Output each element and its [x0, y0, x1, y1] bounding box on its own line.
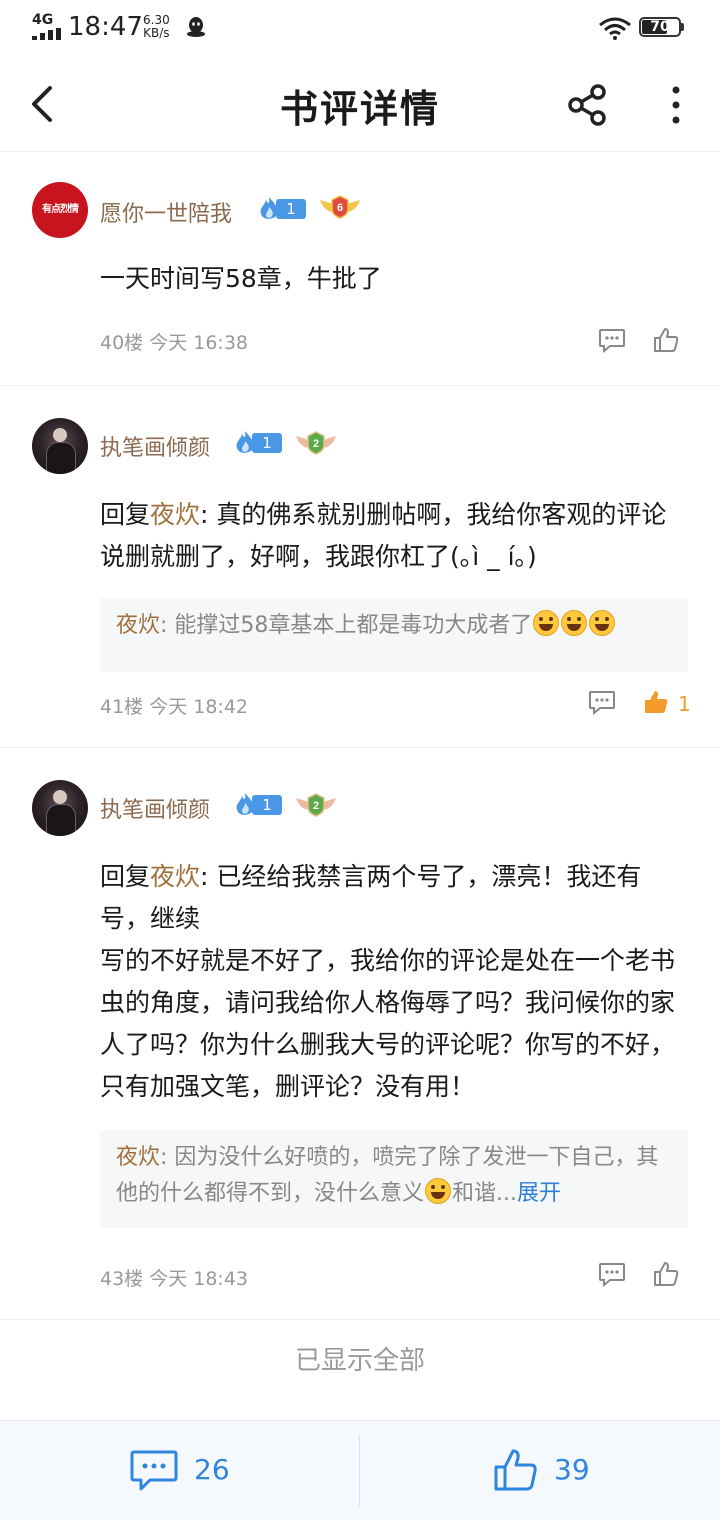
comment-item: 执笔画倾颜 1 2 回复夜炊: 已经给我禁言两个号了，漂亮！我还有号，继续 写的… — [0, 748, 720, 1320]
username[interactable]: 执笔画倾颜 — [100, 792, 210, 824]
grin-emoji-icon — [589, 610, 616, 636]
rank-wing-badge-icon: 6 — [320, 195, 360, 219]
comment-icon[interactable] — [130, 1449, 178, 1493]
wifi-icon — [599, 17, 631, 40]
thumbs-up-icon[interactable] — [652, 326, 680, 354]
reply-prefix: 回复 — [100, 500, 151, 529]
username[interactable]: 执笔画倾颜 — [100, 430, 210, 462]
reply-comment-icon[interactable] — [588, 690, 616, 716]
floor-and-time: 43楼 今天 18:43 — [100, 1268, 249, 1290]
level-number: 1 — [252, 433, 282, 453]
more-options-icon[interactable] — [660, 82, 692, 128]
avatar-text: 有点烈情 — [42, 204, 79, 215]
quoted-username[interactable]: 夜炊 — [116, 613, 160, 638]
comment-text: 一天时间写58章，牛批了 — [100, 264, 382, 293]
reply-to-username[interactable]: 夜炊 — [150, 862, 200, 891]
floor-and-time: 41楼 今天 18:42 — [100, 696, 249, 718]
clock: 18:47 — [68, 12, 143, 42]
comment-item: 执笔画倾颜 1 2 回复夜炊: 真的佛系就别删帖啊，我给你客观的评论说删就删了，… — [0, 386, 720, 748]
grin-emoji-icon — [533, 610, 560, 636]
thumbs-up-liked-icon[interactable] — [642, 688, 670, 716]
page-title: 书评详情 — [279, 87, 440, 131]
share-icon[interactable] — [564, 82, 612, 128]
expand-link[interactable]: 展开 — [517, 1181, 561, 1206]
quoted-comment[interactable]: 夜炊: 因为没什么好喷的，喷完了除了发泄一下自己，其他的什么都得不到，没什么意义… — [100, 1130, 688, 1228]
level-number: 1 — [276, 199, 306, 219]
smile-emoji-icon — [425, 1178, 452, 1204]
username[interactable]: 愿你一世陪我 — [100, 196, 232, 228]
status-bar: 4G 18:47 6.30 KB/s 70 — [0, 0, 720, 56]
comment-text: 回复夜炊: 真的佛系就别删帖啊，我给你客观的评论说删就删了，好啊，我跟你杠了(｡… — [100, 494, 690, 578]
reply-prefix: 回复 — [100, 862, 151, 891]
all-shown-label: 已显示全部 — [294, 1346, 425, 1376]
rank-wing-badge-icon: 2 — [296, 431, 336, 455]
qq-penguin-icon — [187, 17, 205, 37]
quoted-username[interactable]: 夜炊 — [116, 1145, 160, 1170]
avatar[interactable]: 有点烈情 — [32, 182, 88, 238]
signal-icon — [32, 28, 61, 40]
bottom-action-bar: 26 39 — [0, 1420, 720, 1520]
comment-text: 回复夜炊: 已经给我禁言两个号了，漂亮！我还有号，继续 写的不好就是不好了，我给… — [100, 856, 690, 1108]
quoted-comment[interactable]: 夜炊: 能撑过58章基本上都是毒功大成者了 — [100, 598, 688, 672]
network-type: 4G — [32, 12, 54, 28]
rank-number: 2 — [313, 438, 319, 450]
reply-to-username[interactable]: 夜炊 — [150, 500, 200, 529]
like-count[interactable]: 39 — [554, 1453, 590, 1486]
thumbs-up-icon[interactable] — [652, 1260, 680, 1288]
reply-comment-icon[interactable] — [598, 328, 626, 354]
battery-indicator: 70 — [639, 17, 685, 39]
quoted-text-tail: 和谐... — [452, 1181, 517, 1206]
app-header: 书评详情 — [0, 56, 720, 152]
avatar[interactable] — [32, 418, 88, 474]
rank-number: 2 — [313, 800, 319, 812]
quoted-text: : 因为没什么好喷的，喷完了除了发泄一下自己，其他的什么都得不到，没什么意义 — [116, 1145, 659, 1206]
floor-and-time: 40楼 今天 16:38 — [100, 332, 249, 354]
reply-body-line2: 写的不好就是不好了，我给你的评论是处在一个老书虫的角度，请问我给你人格侮辱了吗？… — [100, 946, 676, 1101]
grin-emoji-icon — [561, 610, 588, 636]
level-number: 1 — [252, 795, 282, 815]
rank-number: 6 — [337, 202, 343, 214]
network-speed-unit: KB/s — [143, 26, 170, 40]
network-speed: 6.30 KB/s — [143, 14, 170, 40]
battery-percent: 70 — [650, 19, 670, 35]
avatar[interactable] — [32, 780, 88, 836]
thumbs-up-icon[interactable] — [492, 1447, 538, 1493]
comment-count[interactable]: 26 — [194, 1453, 230, 1486]
comment-item: 有点烈情 愿你一世陪我 1 6 一天时间写58章，牛批了 40楼 今天 16:3… — [0, 152, 720, 386]
rank-wing-badge-icon: 2 — [296, 793, 336, 817]
reply-comment-icon[interactable] — [598, 1262, 626, 1288]
quoted-text: : 能撑过58章基本上都是毒功大成者了 — [160, 613, 533, 638]
divider — [359, 1435, 360, 1507]
like-count: 1 — [678, 692, 691, 716]
